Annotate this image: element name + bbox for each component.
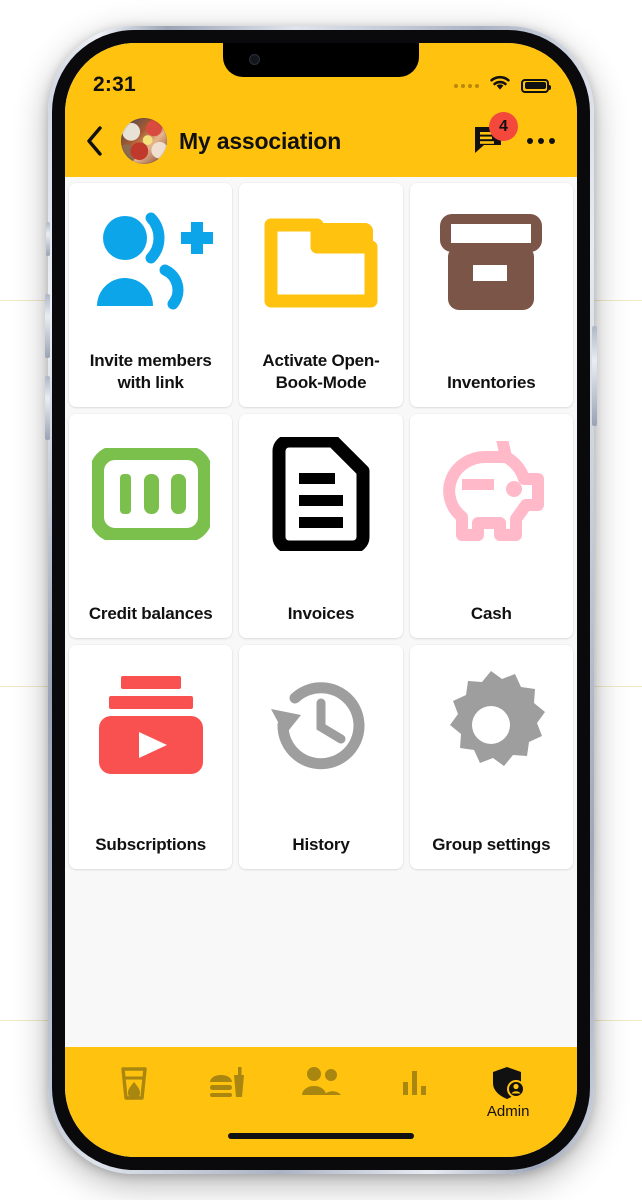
card-label: Group settings — [432, 834, 551, 854]
group-avatar-image[interactable] — [121, 118, 167, 164]
phone-bezel: 2:31 My association 4 Invite members wit… — [52, 30, 590, 1170]
front-camera-icon — [249, 54, 260, 65]
card-history[interactable]: History — [239, 645, 403, 869]
card-invoices[interactable]: Invoices — [239, 414, 403, 638]
phone-screen: 2:31 My association 4 Invite members wit… — [65, 43, 577, 1157]
card-label: Inventories — [447, 372, 536, 392]
piggy-bank-icon — [428, 430, 554, 558]
card-group-settings[interactable]: Group settings — [409, 645, 573, 869]
nav-item-stats[interactable] — [368, 1065, 462, 1099]
phone-frame: 2:31 My association 4 Invite members wit… — [45, 26, 597, 1174]
bottom-navigation: Admin — [65, 1047, 577, 1157]
main-content: Invite members with link Activate Open-B… — [65, 177, 577, 1047]
card-subscriptions[interactable]: Subscriptions — [69, 645, 233, 869]
battery-full-icon — [521, 78, 551, 93]
back-chevron-icon — [87, 126, 102, 156]
volume-down-button[interactable] — [45, 376, 50, 440]
card-label: Invoices — [287, 603, 355, 623]
bar-chart-icon — [402, 1071, 426, 1095]
silent-switch[interactable] — [46, 222, 50, 256]
chat-badge: 4 — [489, 112, 518, 141]
more-options-button[interactable] — [525, 132, 557, 150]
card-label: Credit balances — [88, 603, 213, 623]
wifi-icon — [488, 74, 512, 97]
home-indicator[interactable] — [228, 1133, 414, 1139]
power-button[interactable] — [592, 326, 597, 426]
screenshot-stage: 2:31 My association 4 Invite members wit… — [0, 0, 642, 1200]
nav-label: Admin — [486, 1103, 530, 1120]
admin-shield-icon — [493, 1067, 526, 1099]
nav-item-drinks[interactable] — [87, 1065, 181, 1103]
gear-icon — [435, 661, 547, 789]
card-cash[interactable]: Cash — [409, 414, 573, 638]
card-credit-balances[interactable]: Credit balances — [69, 414, 233, 638]
banknote-100-icon — [91, 430, 210, 558]
card-label: Cash — [470, 603, 512, 623]
subscriptions-play-icon — [93, 661, 209, 789]
signal-dots-icon — [454, 83, 479, 88]
card-inventories[interactable]: Inventories — [409, 183, 573, 407]
card-open-book-mode[interactable]: Activate Open-Book-Mode — [239, 183, 403, 407]
volume-up-button[interactable] — [45, 294, 50, 358]
status-bar-time: 2:31 — [93, 73, 136, 96]
history-clock-icon — [263, 661, 379, 789]
more-options-icon — [527, 138, 533, 144]
chat-button[interactable]: 4 — [473, 112, 518, 158]
card-label: Activate Open-Book-Mode — [262, 351, 380, 392]
drink-cup-icon — [121, 1067, 147, 1100]
back-button[interactable] — [79, 122, 109, 160]
fast-food-icon — [210, 1067, 245, 1097]
app-bar: My association 4 — [65, 105, 577, 177]
card-label: History — [292, 834, 350, 854]
document-lines-icon — [271, 430, 371, 558]
status-bar: 2:31 — [65, 43, 577, 105]
card-label: Invite members with link — [89, 351, 212, 392]
app-bar-actions: 4 — [473, 112, 557, 158]
page-title: My association — [179, 127, 342, 154]
notch — [223, 43, 419, 77]
nav-item-food[interactable] — [181, 1065, 275, 1103]
nav-item-members[interactable] — [274, 1065, 368, 1101]
folder-open-icon — [261, 199, 381, 327]
person-add-share-icon — [85, 199, 217, 327]
people-group-icon — [301, 1067, 341, 1095]
action-grid: Invite members with link Activate Open-B… — [69, 183, 573, 869]
card-invite-members[interactable]: Invite members with link — [69, 183, 233, 407]
nav-item-admin[interactable]: Admin — [461, 1065, 555, 1120]
archive-box-icon — [434, 199, 548, 327]
status-bar-indicators — [454, 74, 551, 97]
card-label: Subscriptions — [95, 834, 207, 854]
